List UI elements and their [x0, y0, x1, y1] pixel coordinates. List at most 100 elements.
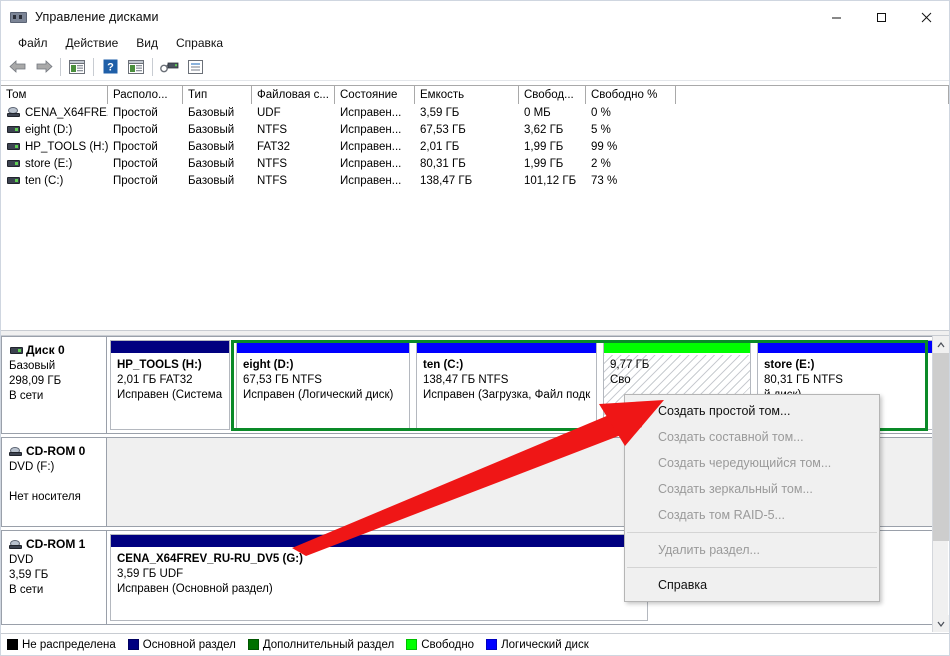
- legend-label: Свободно: [421, 639, 474, 651]
- minimize-button[interactable]: [814, 1, 859, 33]
- disk-header-cdrom0[interactable]: CD-ROM 0 DVD (F:) Нет носителя: [1, 437, 107, 527]
- menu-separator: [627, 532, 877, 533]
- volume-name: ten (C:): [25, 175, 63, 187]
- hdd-icon: [9, 346, 23, 356]
- legend-swatch: [406, 639, 417, 650]
- disk-name: Диск 0: [26, 343, 65, 358]
- partition-size-fs: 80,31 ГБ NTFS: [764, 373, 933, 388]
- cell-free: 3,62 ГБ: [519, 121, 586, 138]
- disk-name: CD-ROM 0: [26, 444, 85, 459]
- show-action-pane-icon[interactable]: [123, 55, 149, 79]
- disk-name: CD-ROM 1: [26, 537, 85, 552]
- menu-help[interactable]: Справка: [167, 34, 232, 52]
- partition-cena-dvd[interactable]: CENA_X64FREV_RU-RU_DV5 (G:) 3,59 ГБ UDF …: [110, 534, 648, 621]
- menu-view[interactable]: Вид: [127, 34, 167, 52]
- help-icon[interactable]: ?: [97, 55, 123, 79]
- menu-item-create-raid5-volume: Создать том RAID-5...: [625, 502, 879, 528]
- legend-swatch: [248, 639, 259, 650]
- cell-type: Базовый: [183, 138, 252, 155]
- volume-name: store (E:): [25, 158, 72, 170]
- cell-layout: Простой: [108, 121, 183, 138]
- menu-item-create-spanned-volume: Создать составной том...: [625, 424, 879, 450]
- partition-name: CENA_X64FREV_RU-RU_DV5 (G:): [117, 552, 647, 567]
- menu-file[interactable]: Файл: [9, 34, 57, 52]
- cell-free-percent: 99 %: [586, 138, 676, 155]
- cell-layout: Простой: [108, 104, 183, 121]
- partition-size-fs: 67,53 ГБ NTFS: [243, 373, 409, 388]
- partition-ten[interactable]: ten (C:) 138,47 ГБ NTFS Исправен (Загруз…: [416, 340, 597, 430]
- menu-bar: Файл Действие Вид Справка: [1, 33, 949, 53]
- menu-separator: [627, 567, 877, 568]
- properties-icon[interactable]: [182, 55, 208, 79]
- column-header-status[interactable]: Состояние: [335, 85, 415, 104]
- cell-capacity: 67,53 ГБ: [415, 121, 519, 138]
- table-row[interactable]: CENA_X64FRE... Простой Базовый UDF Испра…: [1, 104, 949, 121]
- disk-type: Базовый: [9, 359, 106, 374]
- partition-name: ten (C:): [423, 358, 596, 373]
- legend-label: Логический диск: [501, 639, 589, 651]
- scroll-down-arrow-icon[interactable]: [933, 615, 949, 632]
- menu-item-help[interactable]: Справка: [625, 572, 879, 598]
- cdrom-icon: [9, 540, 23, 550]
- disk-size: 298,09 ГБ: [9, 374, 106, 389]
- cdrom-icon: [9, 447, 23, 457]
- partition-status: Исправен (Логический диск): [243, 388, 409, 403]
- rescan-disks-icon[interactable]: [156, 55, 182, 79]
- partition-bar: [758, 341, 933, 354]
- column-header-layout[interactable]: Располо...: [108, 85, 183, 104]
- back-arrow-icon[interactable]: [5, 55, 31, 79]
- toolbar-separator: [93, 58, 94, 76]
- partition-name: store (E:): [764, 358, 933, 373]
- volume-name: eight (D:): [25, 124, 72, 136]
- cell-filesystem: FAT32: [252, 138, 335, 155]
- scrollbar-thumb[interactable]: [933, 353, 949, 541]
- table-row[interactable]: ten (C:) Простой Базовый NTFS Исправен..…: [1, 172, 949, 189]
- cell-filesystem: NTFS: [252, 155, 335, 172]
- column-header-free-space[interactable]: Свобод...: [519, 85, 586, 104]
- disk-header-disk0[interactable]: Диск 0 Базовый 298,09 ГБ В сети: [1, 336, 107, 434]
- column-header-capacity[interactable]: Емкость: [415, 85, 519, 104]
- cell-free-percent: 5 %: [586, 121, 676, 138]
- column-header-filler: [676, 85, 949, 104]
- cell-status: Исправен...: [335, 172, 415, 189]
- scroll-up-arrow-icon[interactable]: [933, 336, 949, 353]
- menu-item-delete-partition: Удалить раздел...: [625, 537, 879, 563]
- cell-type: Базовый: [183, 104, 252, 121]
- menu-action[interactable]: Действие: [57, 34, 128, 52]
- close-button[interactable]: [904, 1, 949, 33]
- partition-hp-tools[interactable]: HP_TOOLS (H:) 2,01 ГБ FAT32 Исправен (Си…: [110, 340, 230, 430]
- column-header-free-percent[interactable]: Свободно %: [586, 85, 676, 104]
- legend-label: Основной раздел: [143, 639, 236, 651]
- legend-bar: Не распределена Основной раздел Дополнит…: [1, 633, 949, 655]
- cdrom-icon: [6, 107, 21, 118]
- forward-arrow-icon[interactable]: [31, 55, 57, 79]
- partition-eight[interactable]: eight (D:) 67,53 ГБ NTFS Исправен (Логич…: [236, 340, 410, 430]
- column-header-filesystem[interactable]: Файловая с...: [252, 85, 335, 104]
- partition-status: Исправен (Основной раздел): [117, 582, 647, 597]
- table-row[interactable]: HP_TOOLS (H:) Простой Базовый FAT32 Испр…: [1, 138, 949, 155]
- table-row[interactable]: store (E:) Простой Базовый NTFS Исправен…: [1, 155, 949, 172]
- disk-status: В сети: [9, 389, 106, 404]
- cell-free-percent: 2 %: [586, 155, 676, 172]
- disk-pane-scrollbar[interactable]: [932, 336, 948, 632]
- column-header-volume[interactable]: Том: [1, 85, 108, 104]
- table-row[interactable]: eight (D:) Простой Базовый NTFS Исправен…: [1, 121, 949, 138]
- disk-header-cdrom1[interactable]: CD-ROM 1 DVD 3,59 ГБ В сети: [1, 530, 107, 625]
- cell-status: Исправен...: [335, 104, 415, 121]
- cell-volume: HP_TOOLS (H:): [1, 138, 108, 155]
- legend-swatch: [128, 639, 139, 650]
- cell-free: 0 МБ: [519, 104, 586, 121]
- partition-status: Исправен (Система: [117, 388, 229, 403]
- hdd-icon: [6, 158, 21, 169]
- menu-item-create-simple-volume[interactable]: Создать простой том...: [625, 398, 879, 424]
- disk-management-window: Управление дисками Файл Действие Вид Спр…: [0, 0, 950, 656]
- cell-capacity: 80,31 ГБ: [415, 155, 519, 172]
- show-hide-console-tree-icon[interactable]: [64, 55, 90, 79]
- toolbar-separator: [152, 58, 153, 76]
- disk-type: DVD: [9, 553, 106, 568]
- column-header-type[interactable]: Тип: [183, 85, 252, 104]
- cell-capacity: 2,01 ГБ: [415, 138, 519, 155]
- cell-free-percent: 0 %: [586, 104, 676, 121]
- maximize-button[interactable]: [859, 1, 904, 33]
- disk-type: DVD (F:): [9, 460, 106, 475]
